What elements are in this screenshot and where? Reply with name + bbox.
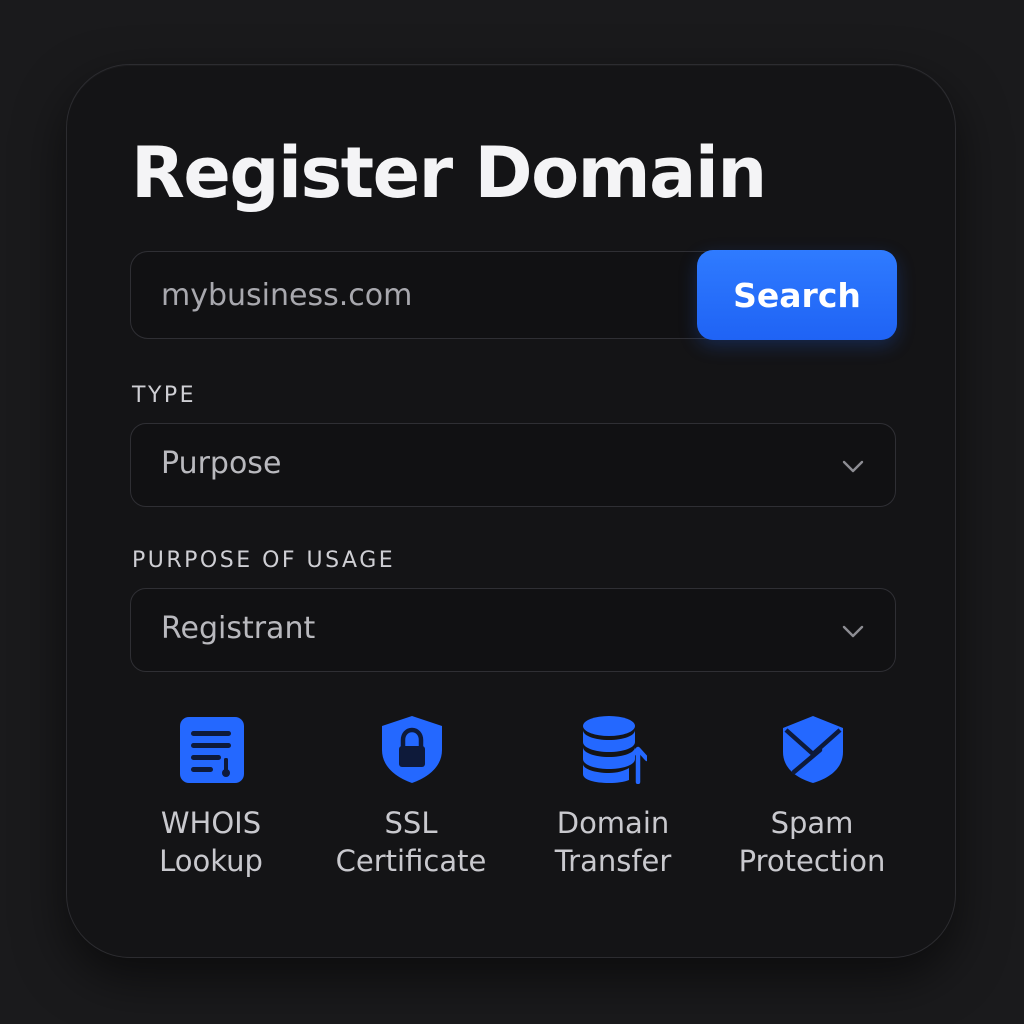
domain-search-bar: Search <box>130 250 897 340</box>
purpose-of-usage-select-value: Registrant <box>161 611 316 646</box>
feature-whois-lookup[interactable]: WHOIS Lookup <box>111 710 311 900</box>
chevron-down-icon <box>842 625 864 638</box>
document-icon <box>180 717 244 783</box>
purpose-of-usage-select[interactable]: Registrant <box>130 588 896 672</box>
feature-domain-transfer[interactable]: Domain Transfer <box>513 710 713 900</box>
feature-list: WHOIS Lookup SSL Certificate Domain Tran… <box>111 710 911 900</box>
type-select-value: Purpose <box>161 446 282 481</box>
shield-lock-icon <box>382 716 442 783</box>
page-title: Register Domain <box>131 132 767 214</box>
feature-label: Domain Transfer <box>554 806 672 878</box>
feature-spam-protection[interactable]: Spam Protection <box>712 710 912 900</box>
feature-ssl-certificate[interactable]: SSL Certificate <box>311 710 511 900</box>
purpose-of-usage-label: PURPOSE OF USAGE <box>132 548 396 573</box>
feature-label: WHOIS Lookup <box>159 806 263 878</box>
type-select[interactable]: Purpose <box>130 423 896 507</box>
type-label: TYPE <box>132 383 197 408</box>
database-transfer-icon <box>583 716 647 784</box>
search-button[interactable]: Search <box>697 250 897 340</box>
feature-label: Spam Protection <box>738 806 886 878</box>
domain-search-input[interactable] <box>131 252 691 338</box>
feature-label: SSL Certificate <box>335 806 487 878</box>
chevron-down-icon <box>842 460 864 473</box>
shield-envelope-icon <box>783 716 843 783</box>
register-domain-card: Register Domain Search TYPE Purpose PURP… <box>66 64 956 958</box>
